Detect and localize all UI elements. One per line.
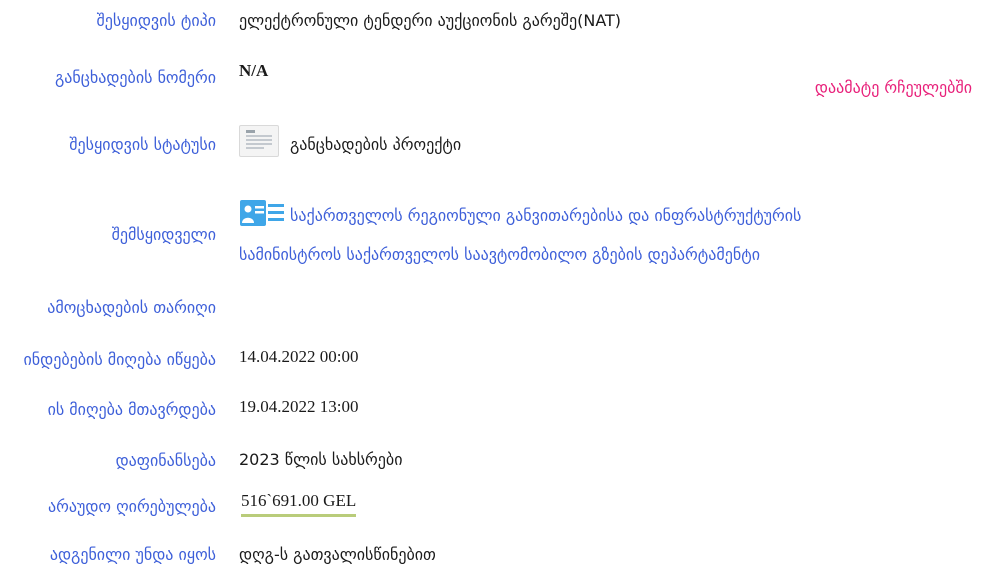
bids-start-label: ინდებების მიღება იწყება: [23, 350, 216, 369]
procurement-type-value: ელექტრონული ტენდერი აუქციონის გარეშე(NAT…: [239, 11, 622, 30]
application-number-label: განცხადების ნომერი: [54, 68, 216, 87]
bids-end-label: ის მიღება მთავრდება: [47, 400, 216, 419]
estimated-value-label: არაუდო ღირებულება: [47, 497, 216, 516]
procurement-status-label: შესყიდვის სტატუსი: [69, 135, 216, 154]
presentation-label: ადგენილი უნდა იყოს: [49, 545, 216, 564]
bids-end-value: 19.04.2022 13:00: [239, 397, 359, 416]
financing-value: 2023 წლის სახსრები: [239, 450, 403, 469]
buyer-label: შემსყიდველი: [111, 225, 216, 244]
buyer-link-line2[interactable]: სამინისტროს საქართველოს საავტომობილო გზე…: [239, 245, 760, 264]
application-number-value: N/A: [239, 61, 269, 80]
announcement-date-label: ამოცხადების თარიღი: [47, 298, 216, 317]
financing-label: დაფინანსება: [115, 451, 216, 470]
estimated-value-amount: 516`691.00 GEL: [241, 491, 357, 517]
procurement-status-value: განცხადების პროექტი: [290, 135, 462, 154]
add-to-favorites-link[interactable]: დაამატე რჩეულებში: [815, 78, 972, 97]
document-icon: [239, 125, 279, 157]
organization-card-icon: [239, 198, 285, 228]
buyer-link-line1[interactable]: საქართველოს რეგიონული განვითარებისა და ი…: [290, 206, 801, 225]
bids-start-value: 14.04.2022 00:00: [239, 347, 359, 366]
procurement-type-label: შესყიდვის ტიპი: [96, 11, 217, 30]
presentation-value: დღგ-ს გათვალისწინებით: [239, 545, 436, 564]
